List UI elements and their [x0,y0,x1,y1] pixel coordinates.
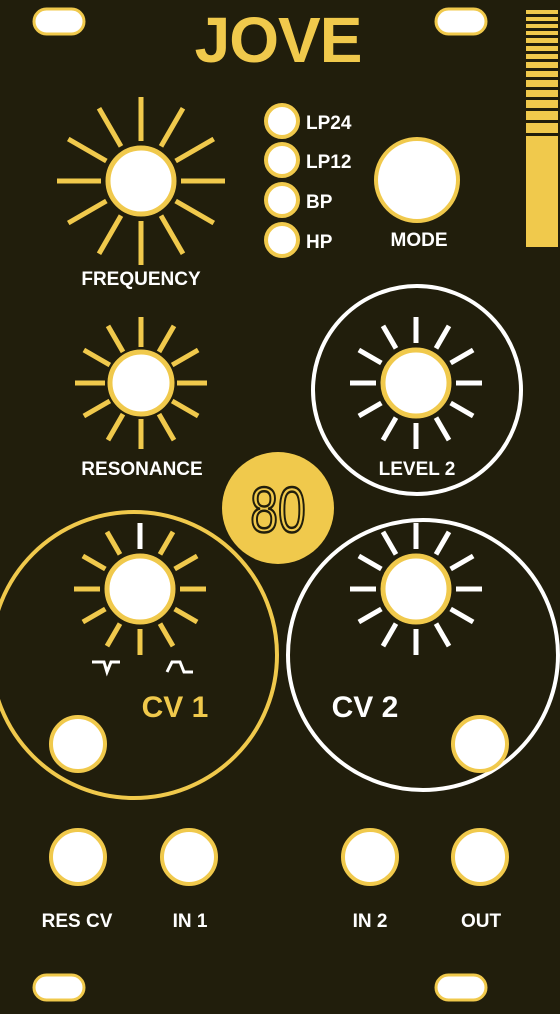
brand-logo: 80 [222,452,334,564]
knob-cap[interactable] [380,347,452,419]
module-title: JOVE [195,4,362,76]
cv1-input-jack[interactable] [49,715,107,773]
res-cv-label: RES CV [42,911,113,932]
stripe-bar [526,111,558,120]
mode-button[interactable] [374,137,460,223]
mounting-hole-bottom-left [32,973,86,1002]
in1-label: IN 1 [173,911,208,932]
stripe-bar [526,123,558,133]
mode-button-label: MODE [391,230,448,251]
stripe-bar [526,46,558,51]
cv1-label: CV 1 [142,691,209,724]
knob-cap[interactable] [107,349,175,417]
mode-label-lp24: LP24 [306,113,352,134]
knob-cap[interactable] [380,553,452,625]
mode-label-hp: HP [306,232,333,253]
cv2-label: CV 2 [332,691,399,724]
resonance-label: RESONANCE [81,459,202,480]
logo-number: 80 [250,475,306,546]
stripe-bar [526,31,558,35]
stripe-bar [526,62,558,68]
stripe-bar [526,80,558,87]
stripe-bar [526,10,558,14]
in2-label: IN 2 [353,911,388,932]
mode-label-lp12: LP12 [306,152,351,173]
knob-cap[interactable] [104,553,176,625]
cv2-input-jack[interactable] [451,715,509,773]
res-cv-jack[interactable] [49,828,107,886]
module-panel: JOVE FREQUENCY LP24 LP12 BP HP MODE RESO… [0,0,560,1014]
out-label: OUT [461,911,502,932]
frequency-label: FREQUENCY [81,269,201,290]
mounting-hole-top-left [32,7,86,36]
stripe-block [526,136,558,247]
stripe-bar [526,24,558,28]
stripe-bar [526,54,558,59]
stripe-bar [526,100,558,108]
mounting-hole-top-right [434,7,488,36]
stripe-bar [526,90,558,97]
stripe-bar [526,38,558,43]
stripe-bar [526,71,558,77]
in2-jack[interactable] [341,828,399,886]
level2-label: LEVEL 2 [379,459,456,480]
stripe-bar [526,17,558,21]
out-jack[interactable] [451,828,509,886]
mounting-hole-bottom-right [434,973,488,1002]
mode-label-bp: BP [306,192,333,213]
knob-cap[interactable] [105,145,177,217]
in1-jack[interactable] [160,828,218,886]
